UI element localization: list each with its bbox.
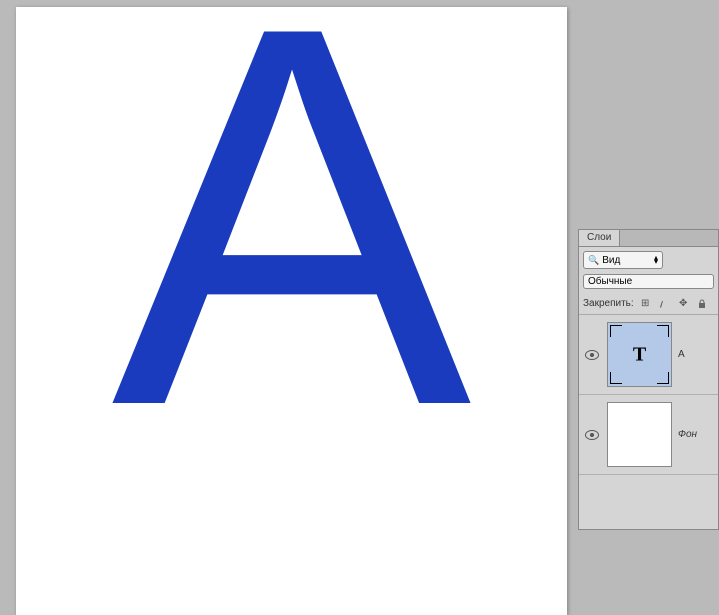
layer-row-background[interactable]: Фон [579, 395, 718, 475]
layer-thumbnail[interactable] [607, 402, 672, 467]
panel-filter-row: 🔍 Вид ▴▾ [579, 247, 718, 273]
eye-icon [585, 430, 599, 440]
text-layer-icon: T [633, 343, 646, 366]
corner-marker [657, 372, 669, 384]
panel-tab-bar: Слои [579, 230, 718, 247]
lock-icons-group: ⊞ ✥ [639, 297, 709, 310]
dropdown-arrows-icon: ▴▾ [654, 256, 658, 264]
kind-filter-label: Вид [602, 255, 620, 266]
lock-label: Закрепить: [583, 298, 634, 309]
tab-layers[interactable]: Слои [579, 230, 620, 246]
visibility-toggle[interactable] [581, 350, 603, 360]
layers-panel: Слои 🔍 Вид ▴▾ Обычные Закрепить: ⊞ ✥ [578, 229, 719, 530]
lock-transparency-icon[interactable]: ⊞ [639, 297, 652, 310]
layer-name[interactable]: Фон [676, 429, 716, 440]
layer-name[interactable]: A [676, 349, 716, 360]
search-icon: 🔍 [588, 255, 599, 266]
lock-pixels-icon[interactable] [658, 297, 671, 310]
lock-position-icon[interactable]: ✥ [677, 297, 690, 310]
blend-mode-value: Обычные [588, 276, 632, 287]
blend-mode-row: Обычные [579, 273, 718, 293]
layers-list: T A Фон [579, 315, 718, 529]
visibility-toggle[interactable] [581, 430, 603, 440]
canvas-text-content[interactable]: А [111, 0, 471, 487]
layer-kind-filter[interactable]: 🔍 Вид ▴▾ [583, 251, 663, 269]
lock-all-icon[interactable] [696, 297, 709, 310]
layer-thumbnail[interactable]: T [607, 322, 672, 387]
corner-marker [657, 325, 669, 337]
corner-marker [610, 325, 622, 337]
blend-mode-dropdown[interactable]: Обычные [583, 274, 714, 289]
lock-row: Закрепить: ⊞ ✥ [579, 293, 718, 315]
eye-icon [585, 350, 599, 360]
corner-marker [610, 372, 622, 384]
canvas-workspace[interactable]: А [16, 7, 567, 615]
layer-row-text[interactable]: T A [579, 315, 718, 395]
